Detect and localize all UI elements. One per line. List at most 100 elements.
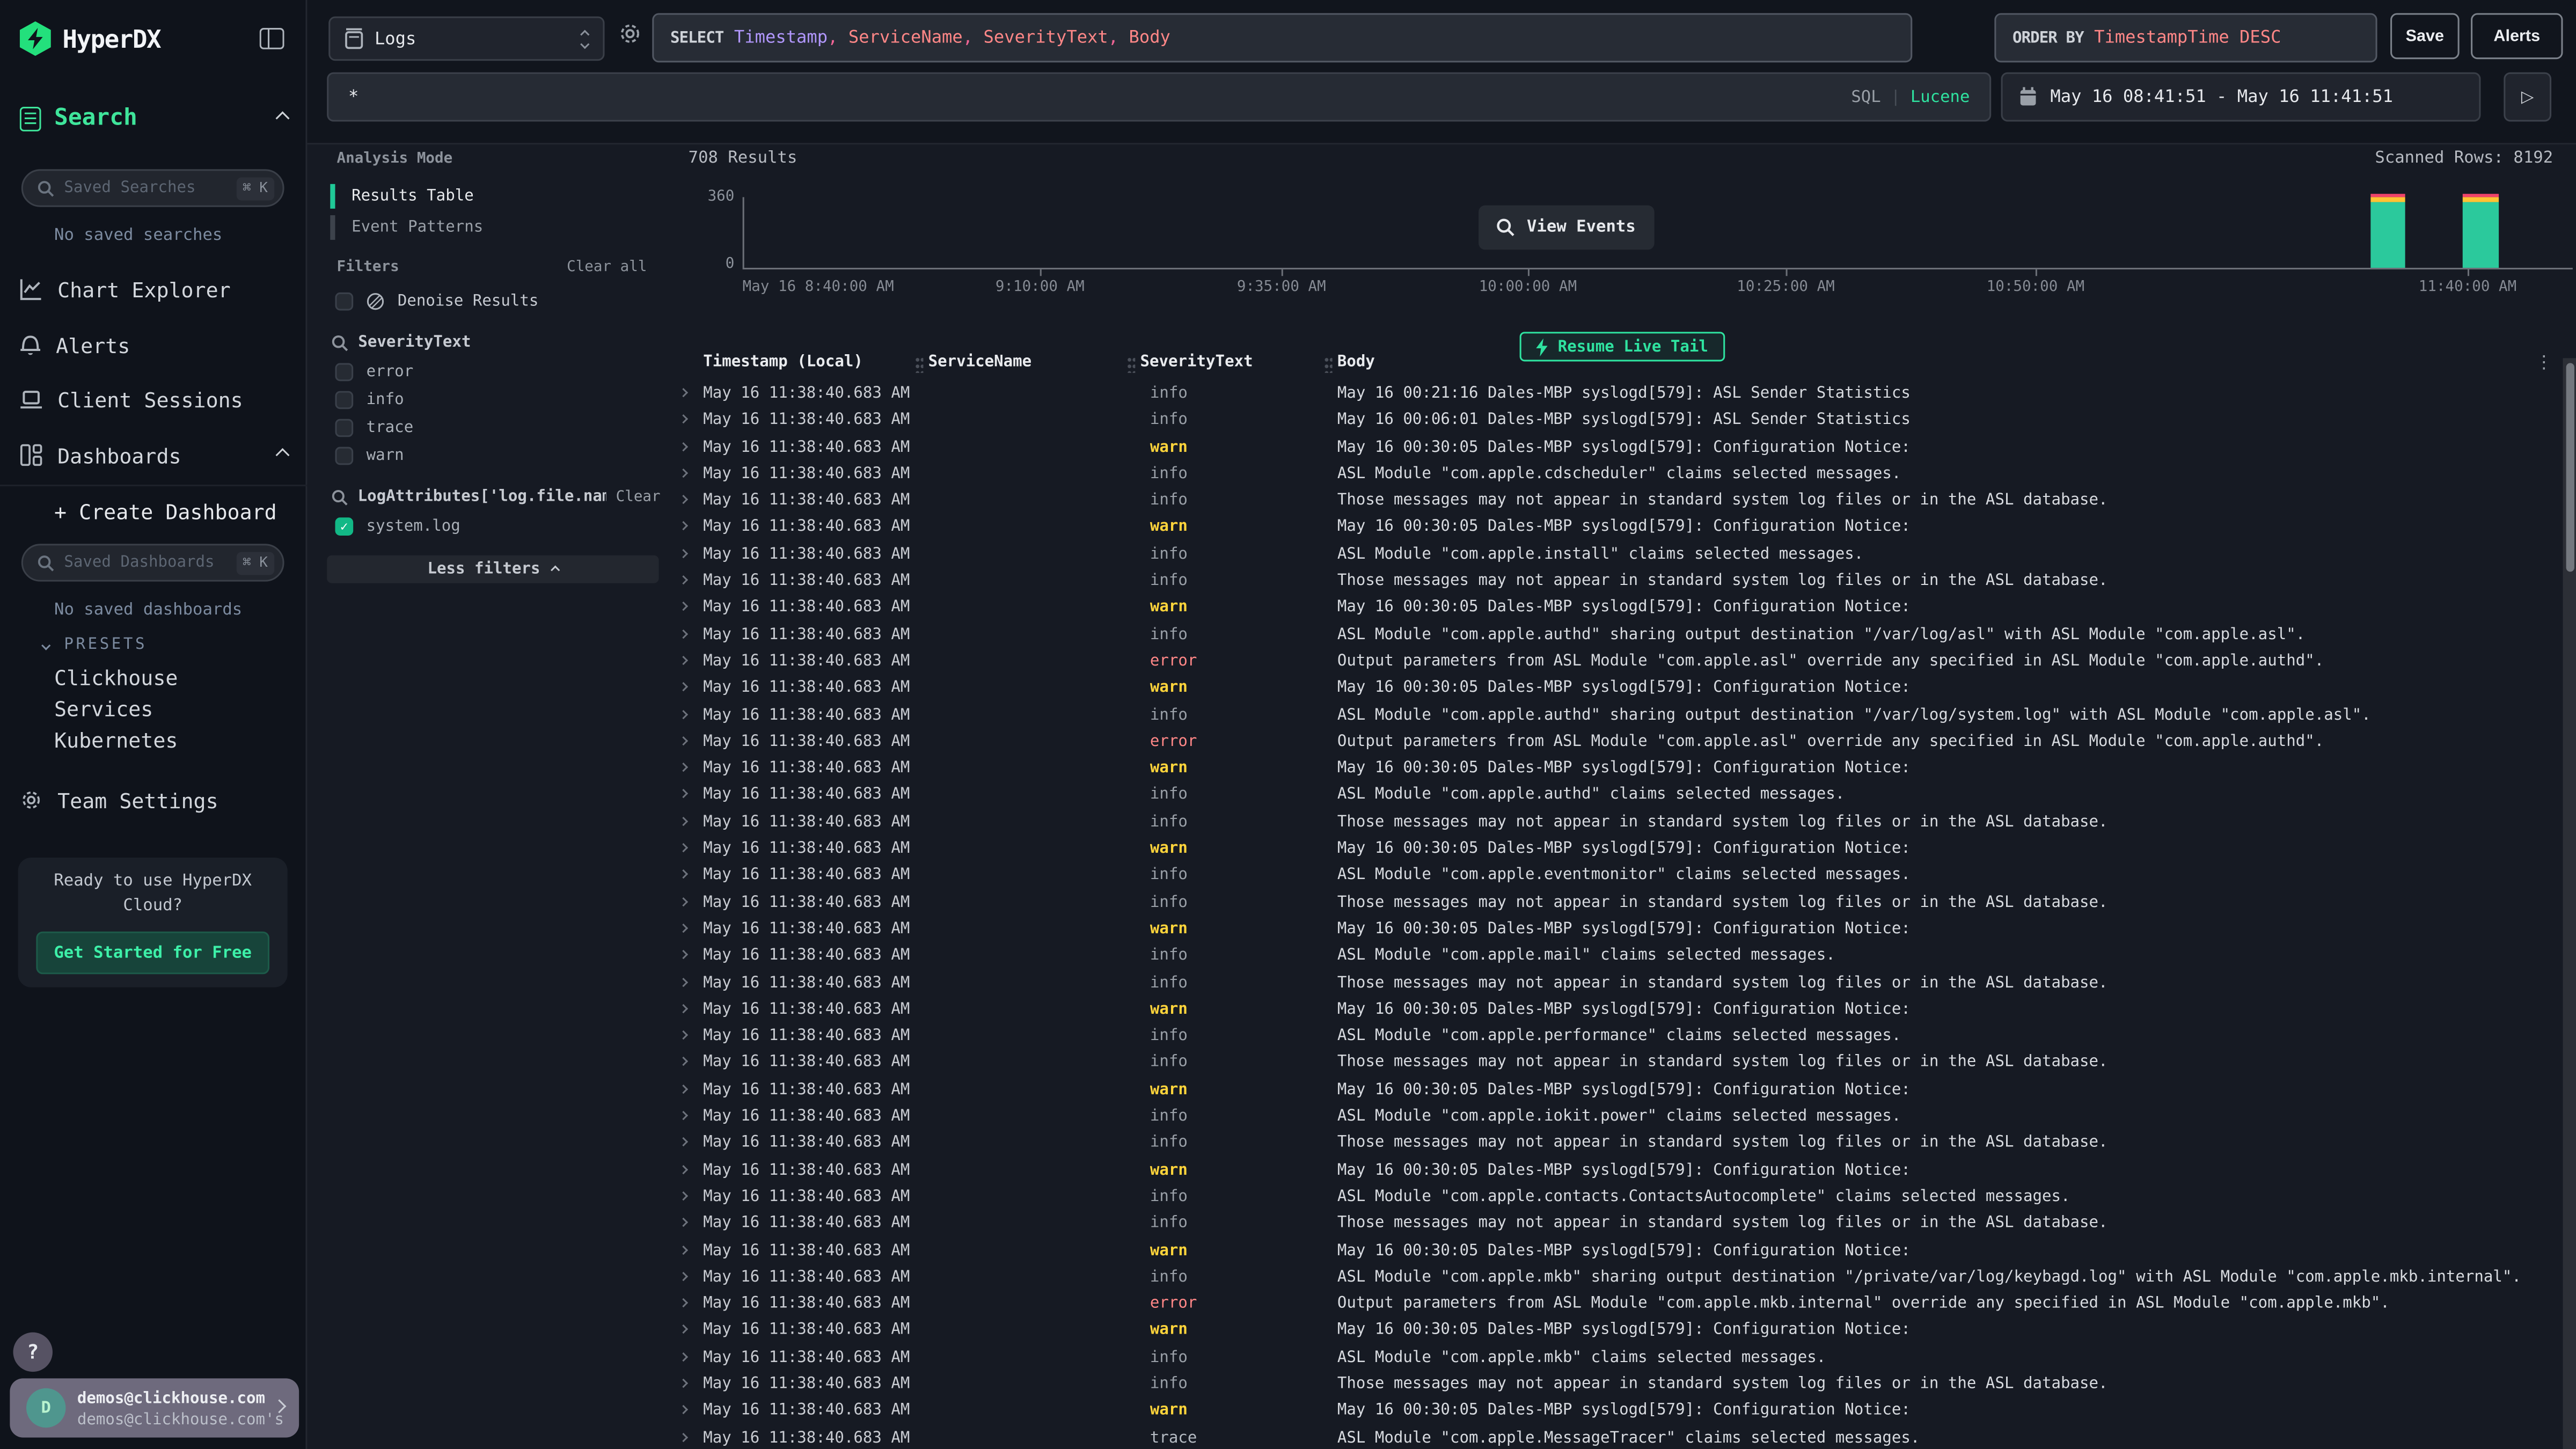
- table-row[interactable]: May 16 11:38:40.683 AM trace ASL Module …: [307, 1425, 2563, 1449]
- table-row[interactable]: May 16 11:38:40.683 AM info ASL Module "…: [307, 702, 2563, 729]
- table-row[interactable]: May 16 11:38:40.683 AM info Those messag…: [307, 1211, 2563, 1238]
- expand-row-chevron-icon[interactable]: [679, 442, 688, 451]
- table-row[interactable]: May 16 11:38:40.683 AM warn May 16 00:30…: [307, 1399, 2563, 1425]
- column-header-body[interactable]: Body: [1337, 353, 1375, 371]
- table-row[interactable]: May 16 11:38:40.683 AM info ASL Module "…: [307, 622, 2563, 649]
- expand-row-chevron-icon[interactable]: [679, 1218, 688, 1227]
- table-row[interactable]: May 16 11:38:40.683 AM warn May 16 00:30…: [307, 1318, 2563, 1345]
- table-row[interactable]: May 16 11:38:40.683 AM warn May 16 00:30…: [307, 756, 2563, 783]
- table-row[interactable]: May 16 11:38:40.683 AM warn May 16 00:30…: [307, 1158, 2563, 1184]
- table-row[interactable]: May 16 11:38:40.683 AM info May 16 00:21…: [307, 381, 2563, 408]
- time-range-picker[interactable]: May 16 08:41:51 - May 16 11:41:51: [2001, 72, 2481, 122]
- expand-row-chevron-icon[interactable]: [679, 1379, 688, 1388]
- expand-row-chevron-icon[interactable]: [679, 709, 688, 719]
- get-started-button[interactable]: Get Started for Free: [36, 932, 269, 975]
- expand-row-chevron-icon[interactable]: [679, 897, 688, 906]
- expand-row-chevron-icon[interactable]: [679, 548, 688, 558]
- source-select[interactable]: Logs: [328, 17, 604, 61]
- expand-row-chevron-icon[interactable]: [679, 1138, 688, 1147]
- preset-kubernetes[interactable]: Kubernetes: [54, 728, 178, 752]
- table-row[interactable]: May 16 11:38:40.683 AM info Those messag…: [307, 809, 2563, 836]
- table-row[interactable]: May 16 11:38:40.683 AM info ASL Module "…: [307, 943, 2563, 970]
- sidebar-item-chart-explorer[interactable]: Chart Explorer: [20, 273, 288, 305]
- table-row[interactable]: May 16 11:38:40.683 AM info ASL Module "…: [307, 1345, 2563, 1372]
- expand-row-chevron-icon[interactable]: [679, 763, 688, 772]
- expand-row-chevron-icon[interactable]: [679, 1191, 688, 1201]
- source-settings-gear-icon[interactable]: [618, 21, 642, 46]
- alerts-button[interactable]: Alerts: [2471, 13, 2563, 59]
- expand-row-chevron-icon[interactable]: [679, 575, 688, 584]
- table-row[interactable]: May 16 11:38:40.683 AM error Output para…: [307, 649, 2563, 676]
- user-menu[interactable]: D demos@clickhouse.com demos@clickhouse.…: [10, 1378, 299, 1437]
- table-row[interactable]: May 16 11:38:40.683 AM info ASL Module "…: [307, 1184, 2563, 1211]
- table-row[interactable]: May 16 11:38:40.683 AM info Those messag…: [307, 568, 2563, 595]
- table-row[interactable]: May 16 11:38:40.683 AM warn May 16 00:30…: [307, 997, 2563, 1024]
- column-resize-handle[interactable]: [915, 356, 923, 373]
- run-query-button[interactable]: ▷: [2504, 72, 2551, 122]
- sidebar-item-search[interactable]: Search: [20, 105, 288, 131]
- histogram-bar[interactable]: [2370, 195, 2405, 268]
- expand-row-chevron-icon[interactable]: [679, 602, 688, 611]
- expand-row-chevron-icon[interactable]: [679, 950, 688, 960]
- presets-toggle[interactable]: PRESETS: [43, 636, 148, 654]
- expand-row-chevron-icon[interactable]: [679, 924, 688, 933]
- expand-row-chevron-icon[interactable]: [679, 870, 688, 879]
- table-row[interactable]: May 16 11:38:40.683 AM info May 16 00:06…: [307, 408, 2563, 435]
- table-row[interactable]: May 16 11:38:40.683 AM info ASL Module "…: [307, 1265, 2563, 1292]
- sidebar-item-alerts[interactable]: Alerts: [20, 328, 288, 361]
- denoise-checkbox[interactable]: [335, 292, 353, 311]
- table-row[interactable]: May 16 11:38:40.683 AM info Those messag…: [307, 1050, 2563, 1077]
- select-columns-input[interactable]: SELECT Timestamp, ServiceName, SeverityT…: [652, 13, 1912, 62]
- table-row[interactable]: May 16 11:38:40.683 AM info Those messag…: [307, 890, 2563, 917]
- expand-row-chevron-icon[interactable]: [679, 736, 688, 745]
- expand-row-chevron-icon[interactable]: [679, 683, 688, 692]
- expand-row-chevron-icon[interactable]: [679, 1057, 688, 1066]
- scrollbar-thumb[interactable]: [2565, 363, 2573, 572]
- expand-row-chevron-icon[interactable]: [679, 977, 688, 986]
- table-row[interactable]: May 16 11:38:40.683 AM info ASL Module "…: [307, 542, 2563, 569]
- expand-row-chevron-icon[interactable]: [679, 816, 688, 825]
- table-row[interactable]: May 16 11:38:40.683 AM warn May 16 00:30…: [307, 515, 2563, 542]
- table-row[interactable]: May 16 11:38:40.683 AM info Those messag…: [307, 1131, 2563, 1158]
- column-resize-handle[interactable]: [1324, 356, 1332, 373]
- table-row[interactable]: May 16 11:38:40.683 AM info ASL Module "…: [307, 1024, 2563, 1051]
- sidebar-item-team-settings[interactable]: Team Settings: [20, 784, 288, 816]
- preset-services[interactable]: Services: [54, 697, 153, 721]
- table-row[interactable]: May 16 11:38:40.683 AM info ASL Module "…: [307, 462, 2563, 488]
- language-sql[interactable]: SQL: [1851, 88, 1880, 106]
- table-row[interactable]: May 16 11:38:40.683 AM info ASL Module "…: [307, 783, 2563, 810]
- table-row[interactable]: May 16 11:38:40.683 AM warn May 16 00:30…: [307, 836, 2563, 863]
- orderby-input[interactable]: ORDER BY TimestampTime DESC: [1994, 13, 2377, 62]
- clear-all-button[interactable]: Clear all: [567, 260, 647, 276]
- saved-searches-input[interactable]: Saved Searches ⌘ K: [21, 169, 284, 207]
- column-resize-handle[interactable]: [1127, 356, 1135, 373]
- table-row[interactable]: May 16 11:38:40.683 AM warn May 16 00:30…: [307, 676, 2563, 702]
- table-row[interactable]: May 16 11:38:40.683 AM info ASL Module "…: [307, 1104, 2563, 1131]
- expand-row-chevron-icon[interactable]: [679, 522, 688, 531]
- view-events-button[interactable]: View Events: [1479, 206, 1655, 250]
- table-row[interactable]: May 16 11:38:40.683 AM error Output para…: [307, 729, 2563, 756]
- expand-row-chevron-icon[interactable]: [679, 415, 688, 424]
- expand-row-chevron-icon[interactable]: [679, 1352, 688, 1361]
- saved-dashboards-input[interactable]: Saved Dashboards ⌘ K: [21, 544, 284, 581]
- expand-row-chevron-icon[interactable]: [679, 1432, 688, 1441]
- table-options-kebab-icon[interactable]: ⋮: [2535, 352, 2553, 373]
- expand-row-chevron-icon[interactable]: [679, 789, 688, 799]
- sidebar-collapse-icon[interactable]: [260, 28, 284, 49]
- language-lucene[interactable]: Lucene: [1911, 88, 1970, 106]
- expand-row-chevron-icon[interactable]: [679, 388, 688, 397]
- expand-row-chevron-icon[interactable]: [679, 1406, 688, 1415]
- column-header-servicename[interactable]: ServiceName: [928, 353, 1032, 371]
- expand-row-chevron-icon[interactable]: [679, 1298, 688, 1307]
- table-row[interactable]: May 16 11:38:40.683 AM warn May 16 00:30…: [307, 435, 2563, 462]
- table-row[interactable]: May 16 11:38:40.683 AM info ASL Module "…: [307, 863, 2563, 890]
- sidebar-item-dashboards[interactable]: Dashboards: [20, 438, 288, 471]
- table-row[interactable]: May 16 11:38:40.683 AM warn May 16 00:30…: [307, 595, 2563, 622]
- table-row[interactable]: May 16 11:38:40.683 AM info Those messag…: [307, 488, 2563, 515]
- histogram-bar[interactable]: [2463, 195, 2499, 268]
- expand-row-chevron-icon[interactable]: [679, 1030, 688, 1040]
- expand-row-chevron-icon[interactable]: [679, 656, 688, 665]
- expand-row-chevron-icon[interactable]: [679, 1165, 688, 1174]
- expand-row-chevron-icon[interactable]: [679, 843, 688, 852]
- table-row[interactable]: May 16 11:38:40.683 AM error Output para…: [307, 1291, 2563, 1318]
